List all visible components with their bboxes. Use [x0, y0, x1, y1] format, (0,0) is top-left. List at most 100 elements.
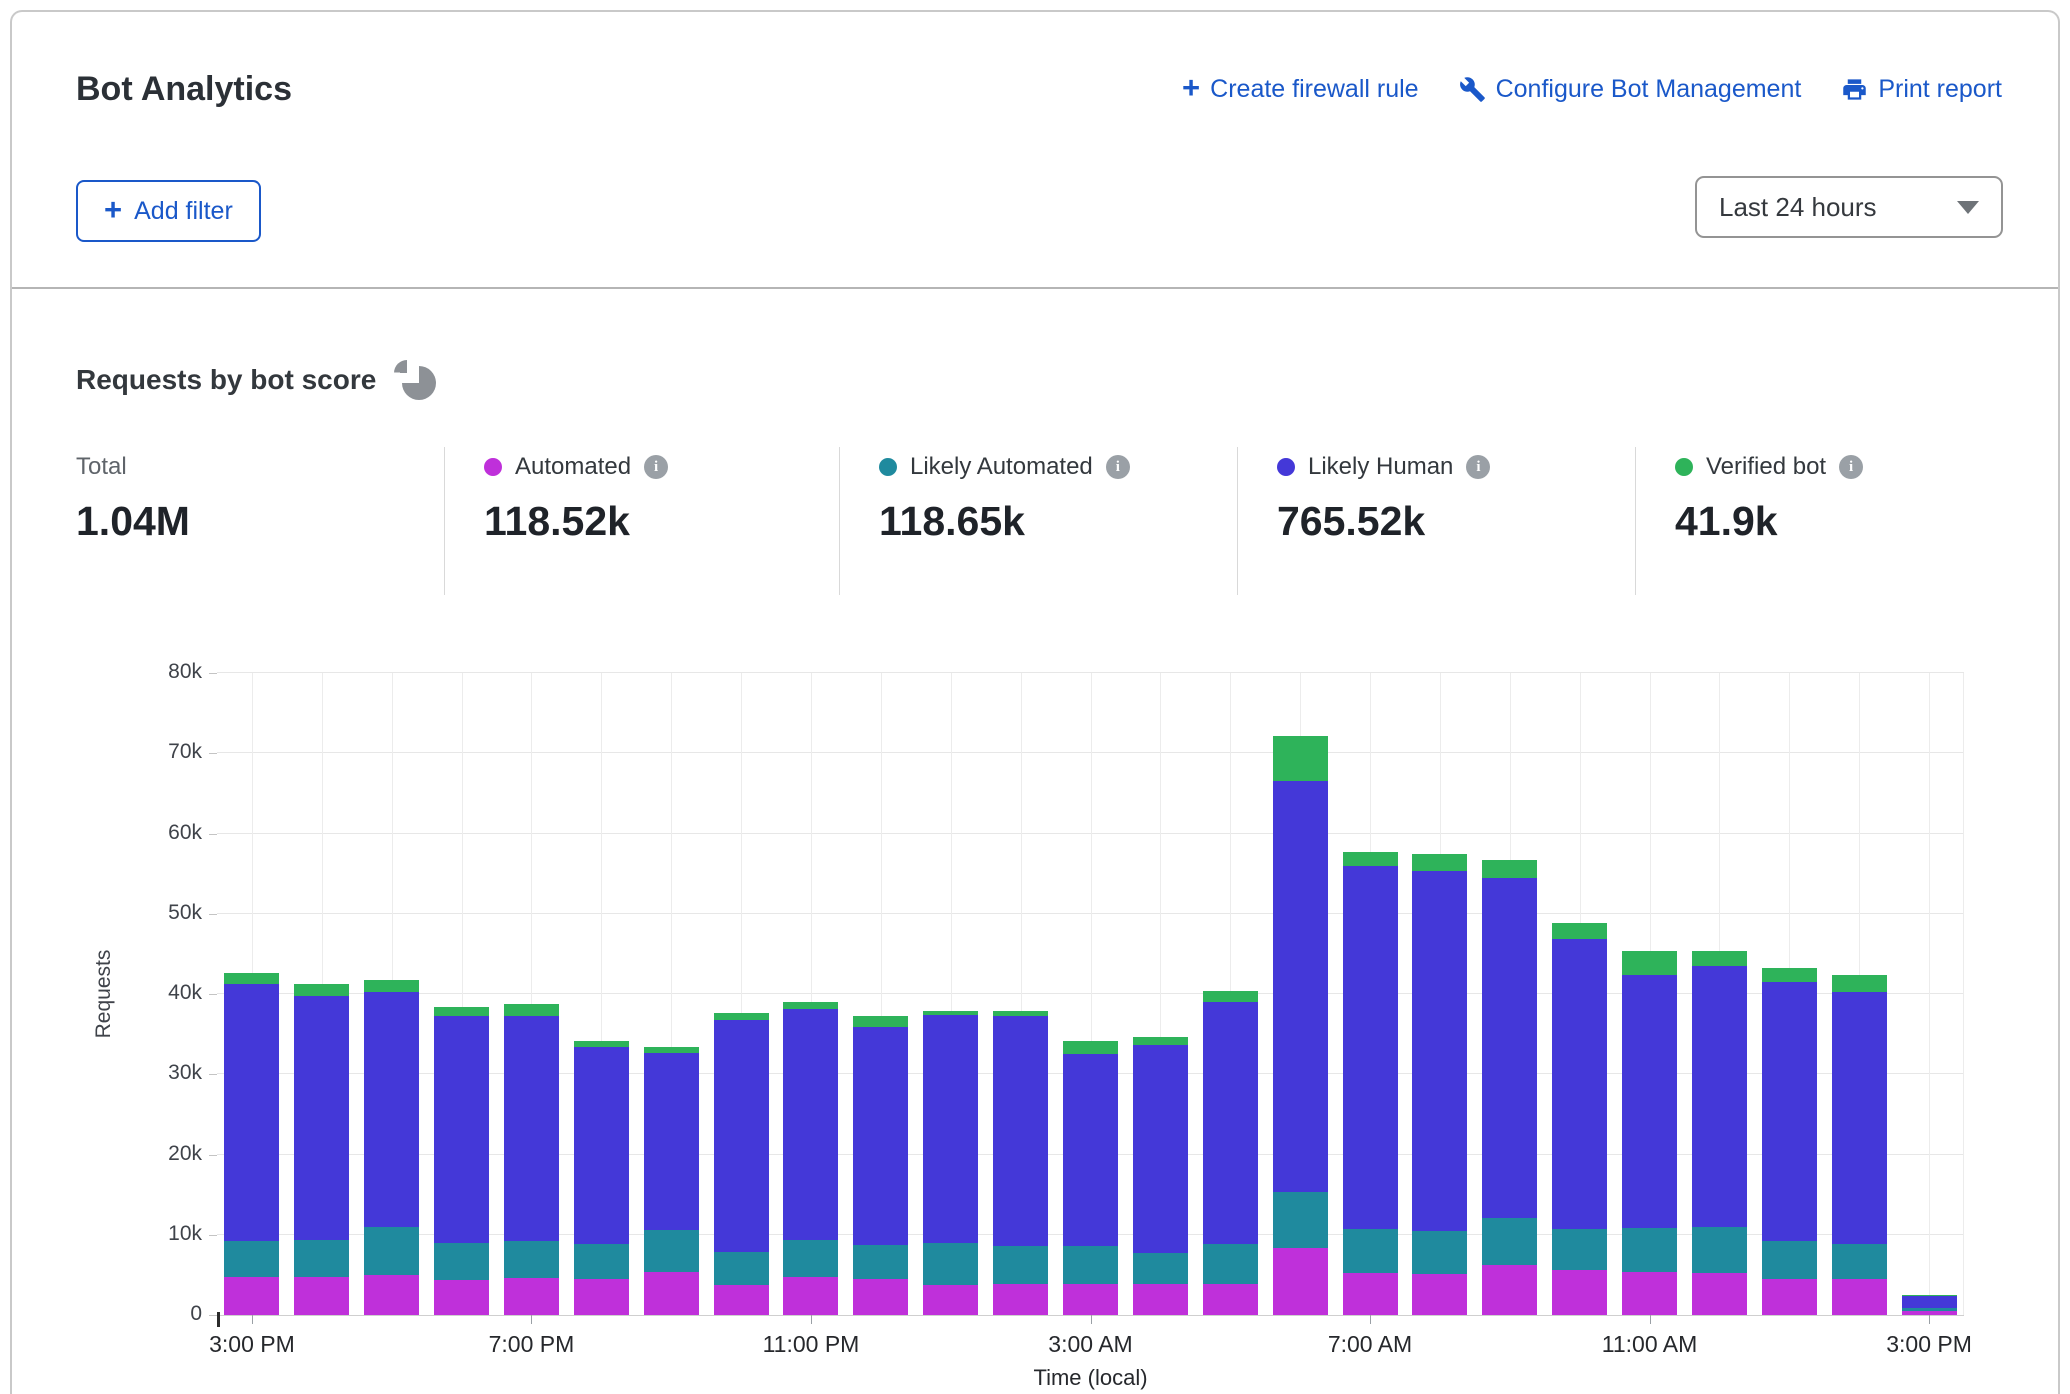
bar-segment-likely-automated[interactable] [1832, 1244, 1887, 1279]
bar-segment-likely-automated[interactable] [1762, 1241, 1817, 1279]
bar-segment-verified-bot[interactable] [853, 1016, 908, 1026]
bar-segment-automated[interactable] [1063, 1284, 1118, 1315]
bar-segment-likely-automated[interactable] [993, 1246, 1048, 1284]
bar-segment-automated[interactable] [714, 1285, 769, 1315]
bar-segment-verified-bot[interactable] [1622, 951, 1677, 975]
bar-segment-likely-automated[interactable] [714, 1252, 769, 1285]
bar-segment-automated[interactable] [1622, 1272, 1677, 1315]
bar-segment-automated[interactable] [434, 1280, 489, 1315]
bar-segment-verified-bot[interactable] [644, 1047, 699, 1053]
bar-segment-likely-human[interactable] [993, 1016, 1048, 1246]
bar-segment-verified-bot[interactable] [783, 1002, 838, 1009]
bar-segment-likely-human[interactable] [1692, 966, 1747, 1227]
create-firewall-rule-link[interactable]: + Create firewall rule [1182, 74, 1419, 105]
bar-segment-verified-bot[interactable] [1412, 854, 1467, 872]
bar-segment-automated[interactable] [1832, 1279, 1887, 1315]
bar-segment-likely-human[interactable] [504, 1016, 559, 1242]
bar-segment-likely-automated[interactable] [783, 1240, 838, 1277]
bar-segment-likely-human[interactable] [294, 996, 349, 1241]
bar-segment-likely-human[interactable] [714, 1020, 769, 1252]
bar-segment-automated[interactable] [1273, 1248, 1328, 1315]
bar-segment-verified-bot[interactable] [1762, 968, 1817, 982]
bar-segment-likely-automated[interactable] [434, 1243, 489, 1280]
bar-segment-likely-human[interactable] [1133, 1045, 1188, 1253]
bar-segment-likely-automated[interactable] [224, 1241, 279, 1277]
bar-segment-likely-human[interactable] [434, 1016, 489, 1243]
bar-segment-automated[interactable] [224, 1277, 279, 1315]
info-icon[interactable]: i [1839, 455, 1863, 479]
bar-segment-verified-bot[interactable] [1133, 1037, 1188, 1045]
print-report-link[interactable]: Print report [1841, 75, 2002, 104]
bar-segment-automated[interactable] [783, 1277, 838, 1315]
bar-segment-likely-human[interactable] [1832, 992, 1887, 1244]
bar-segment-likely-automated[interactable] [294, 1240, 349, 1277]
bar-segment-likely-automated[interactable] [1133, 1253, 1188, 1283]
bar-segment-likely-human[interactable] [1762, 982, 1817, 1241]
bar-segment-likely-human[interactable] [1902, 1296, 1957, 1308]
time-range-select[interactable]: Last 24 hours [1695, 176, 2003, 238]
bar-segment-likely-human[interactable] [224, 984, 279, 1242]
bar-segment-verified-bot[interactable] [224, 973, 279, 983]
bar-segment-likely-automated[interactable] [644, 1230, 699, 1273]
bar-segment-automated[interactable] [1482, 1265, 1537, 1315]
bar-segment-likely-automated[interactable] [364, 1227, 419, 1275]
bar-segment-likely-human[interactable] [1343, 866, 1398, 1229]
bar-segment-verified-bot[interactable] [574, 1041, 629, 1047]
bar-segment-likely-human[interactable] [1063, 1054, 1118, 1246]
bar-segment-likely-human[interactable] [574, 1047, 629, 1244]
bar-segment-likely-human[interactable] [853, 1027, 908, 1245]
bar-segment-likely-automated[interactable] [923, 1243, 978, 1286]
bar-segment-verified-bot[interactable] [714, 1013, 769, 1020]
bar-segment-automated[interactable] [993, 1284, 1048, 1315]
bar-segment-verified-bot[interactable] [1692, 951, 1747, 965]
add-filter-button[interactable]: + Add filter [76, 180, 261, 242]
bar-segment-verified-bot[interactable] [504, 1004, 559, 1015]
bar-segment-likely-human[interactable] [644, 1053, 699, 1230]
bar-segment-likely-human[interactable] [364, 992, 419, 1226]
bar-segment-verified-bot[interactable] [1902, 1295, 1957, 1296]
bar-segment-automated[interactable] [644, 1272, 699, 1315]
bar-segment-likely-human[interactable] [783, 1009, 838, 1240]
bar-segment-automated[interactable] [1203, 1284, 1258, 1315]
bar-segment-automated[interactable] [923, 1285, 978, 1315]
bar-segment-automated[interactable] [1762, 1279, 1817, 1315]
bar-segment-likely-human[interactable] [923, 1015, 978, 1243]
bar-segment-verified-bot[interactable] [1552, 923, 1607, 938]
bar-segment-likely-automated[interactable] [1063, 1246, 1118, 1284]
bar-segment-verified-bot[interactable] [1203, 991, 1258, 1002]
bar-segment-verified-bot[interactable] [294, 984, 349, 995]
bar-segment-automated[interactable] [1412, 1274, 1467, 1315]
bar-segment-likely-automated[interactable] [853, 1245, 908, 1279]
bar-segment-automated[interactable] [294, 1277, 349, 1315]
bar-segment-verified-bot[interactable] [923, 1011, 978, 1015]
bar-segment-likely-human[interactable] [1622, 975, 1677, 1229]
info-icon[interactable]: i [644, 455, 668, 479]
configure-bot-management-link[interactable]: Configure Bot Management [1459, 75, 1802, 104]
bar-segment-automated[interactable] [853, 1279, 908, 1315]
bar-segment-automated[interactable] [364, 1275, 419, 1315]
bar-segment-likely-automated[interactable] [1622, 1228, 1677, 1272]
bar-segment-likely-automated[interactable] [1692, 1227, 1747, 1274]
bar-segment-likely-automated[interactable] [1203, 1244, 1258, 1284]
bar-segment-likely-human[interactable] [1273, 781, 1328, 1192]
bar-segment-likely-automated[interactable] [1902, 1308, 1957, 1311]
bar-segment-likely-automated[interactable] [504, 1241, 559, 1278]
bar-segment-automated[interactable] [1552, 1270, 1607, 1315]
bar-segment-verified-bot[interactable] [434, 1007, 489, 1016]
bar-segment-automated[interactable] [1343, 1273, 1398, 1315]
bar-segment-verified-bot[interactable] [993, 1011, 1048, 1017]
bar-segment-likely-automated[interactable] [1343, 1229, 1398, 1273]
bar-segment-likely-automated[interactable] [1273, 1192, 1328, 1248]
bar-segment-likely-human[interactable] [1412, 871, 1467, 1231]
bar-segment-likely-automated[interactable] [574, 1244, 629, 1279]
bar-segment-likely-automated[interactable] [1482, 1218, 1537, 1265]
bar-segment-likely-automated[interactable] [1552, 1229, 1607, 1270]
bar-segment-likely-human[interactable] [1552, 939, 1607, 1230]
bar-segment-verified-bot[interactable] [1482, 860, 1537, 878]
bar-segment-automated[interactable] [574, 1279, 629, 1315]
bar-segment-verified-bot[interactable] [1832, 975, 1887, 992]
bar-segment-likely-automated[interactable] [1412, 1231, 1467, 1274]
bar-segment-verified-bot[interactable] [1063, 1041, 1118, 1054]
bar-segment-verified-bot[interactable] [1343, 852, 1398, 866]
bar-segment-verified-bot[interactable] [1273, 736, 1328, 782]
